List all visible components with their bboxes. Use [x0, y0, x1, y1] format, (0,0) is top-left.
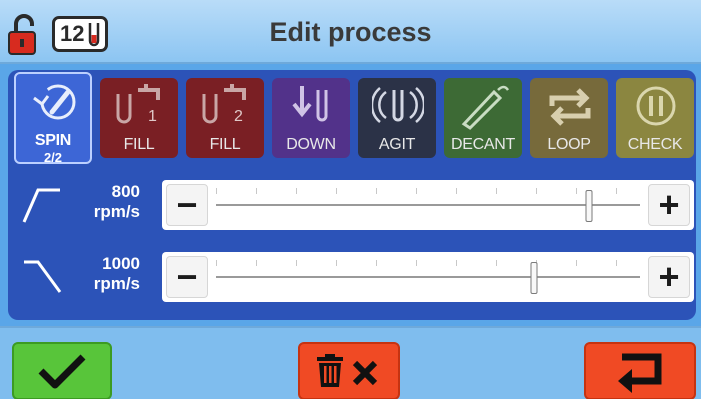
slider-track — [216, 276, 640, 278]
acceleration-value: 800 rpm/s — [68, 182, 140, 222]
checkmark-icon — [38, 354, 86, 389]
ramp-down-icon — [24, 260, 62, 293]
down-arrow-icon — [292, 86, 328, 122]
slider-ticks — [216, 188, 640, 194]
agitate-icon — [372, 87, 424, 123]
back-button[interactable] — [584, 342, 696, 399]
step-progress: 2/2 — [43, 150, 63, 164]
step-label: FILL — [123, 136, 155, 153]
acceleration-slider[interactable]: − + — [162, 180, 694, 230]
step-label: DOWN — [286, 136, 336, 153]
value-number: 1000 — [102, 254, 140, 273]
trash-x-icon — [317, 354, 378, 387]
return-arrow-icon — [618, 353, 662, 393]
step-fill-1[interactable]: 1 FILL — [100, 78, 178, 158]
step-down[interactable]: DOWN — [272, 78, 350, 158]
step-agit[interactable]: AGIT — [358, 78, 436, 158]
increase-button[interactable]: + — [648, 184, 690, 226]
step-label: AGIT — [378, 136, 416, 153]
header-bar: 12 Edit process — [0, 0, 701, 64]
step-label: DECANT — [451, 136, 515, 153]
step-label: LOOP — [547, 136, 591, 153]
footer-bar — [0, 326, 701, 399]
deceleration-slider[interactable]: − + — [162, 252, 694, 302]
fill-tap-icon — [202, 84, 246, 124]
slider-ticks — [216, 260, 640, 266]
process-panel: SPIN 2/2 1 FILL 2 FILL DOWN AGIT DECANT … — [8, 70, 696, 320]
step-decant[interactable]: DECANT — [444, 78, 522, 158]
step-label: FILL — [209, 136, 241, 153]
slider-thumb[interactable] — [585, 190, 593, 222]
step-label: SPIN — [34, 132, 72, 149]
step-loop[interactable]: LOOP — [530, 78, 608, 158]
decrease-button[interactable]: − — [166, 184, 208, 226]
step-check[interactable]: CHECK — [616, 78, 694, 158]
confirm-button[interactable] — [12, 342, 112, 399]
value-number: 800 — [111, 182, 140, 201]
step-fill-2[interactable]: 2 FILL — [186, 78, 264, 158]
fill-tap-icon — [116, 84, 160, 124]
value-unit: rpm/s — [93, 274, 140, 293]
deceleration-row: 1000 rpm/s − + — [14, 246, 694, 310]
spin-icon — [33, 84, 76, 120]
fill-number: 2 — [234, 108, 243, 125]
increase-button[interactable]: + — [648, 256, 690, 298]
pause-icon — [636, 86, 676, 126]
delete-button[interactable] — [298, 342, 400, 399]
deceleration-value: 1000 rpm/s — [68, 254, 140, 294]
slider-thumb[interactable] — [530, 262, 538, 294]
acceleration-row: 800 rpm/s − + — [14, 174, 694, 238]
step-strip: SPIN 2/2 1 FILL 2 FILL DOWN AGIT DECANT … — [14, 72, 694, 168]
value-unit: rpm/s — [93, 202, 140, 221]
loop-icon — [549, 88, 591, 126]
page-title: Edit process — [269, 17, 432, 47]
step-label: CHECK — [627, 136, 683, 153]
decant-icon — [461, 85, 510, 130]
fill-number: 1 — [148, 108, 157, 125]
decrease-button[interactable]: − — [166, 256, 208, 298]
step-spin[interactable]: SPIN 2/2 — [14, 72, 92, 164]
slider-track — [216, 204, 640, 206]
ramp-up-icon — [22, 188, 60, 223]
